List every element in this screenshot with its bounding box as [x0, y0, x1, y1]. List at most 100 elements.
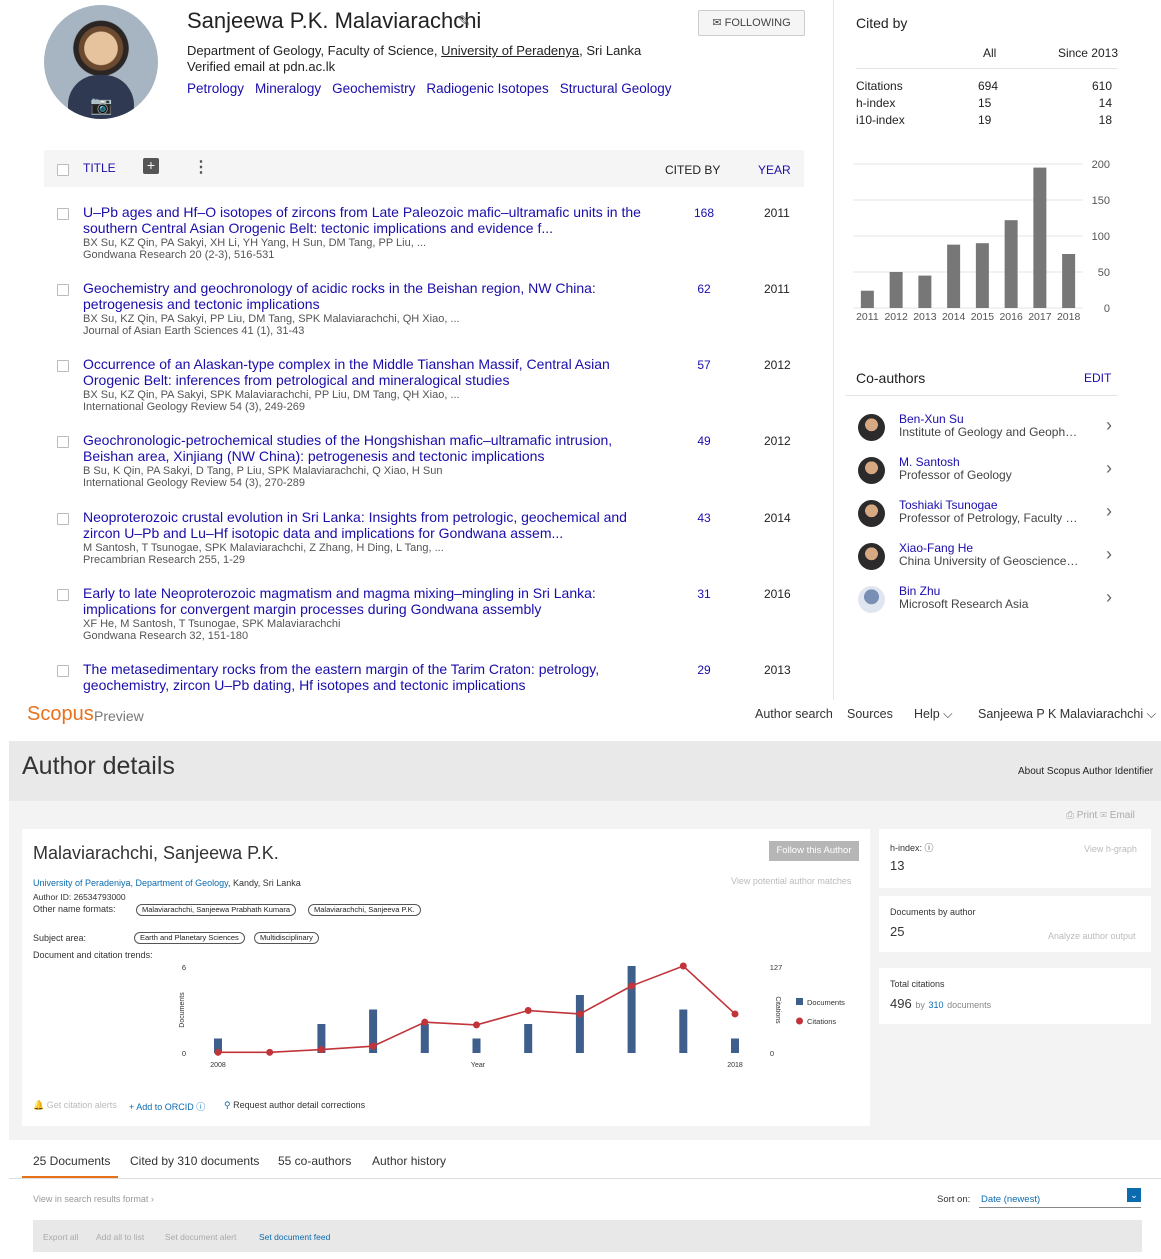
citation-alerts-link[interactable]: 🔔 Get citation alerts — [33, 1100, 117, 1111]
coauthor-item[interactable]: Bin Zhu Microsoft Research Asia › — [856, 584, 1118, 624]
article-year: 2014 — [764, 511, 791, 525]
article-title[interactable]: Occurrence of an Alaskan-type complex in… — [83, 356, 653, 388]
view-hgraph-link[interactable]: View h-graph — [1084, 844, 1137, 854]
coauthor-avatar — [858, 500, 885, 527]
sort-by-year[interactable]: YEAR — [758, 163, 791, 177]
article-checkbox[interactable] — [57, 208, 69, 220]
article-checkbox[interactable] — [57, 436, 69, 448]
citation-alerts-label: Get citation alerts — [46, 1100, 117, 1110]
cited-row-i10: i10-index 19 18 — [856, 113, 1118, 129]
interest-link[interactable]: Mineralogy — [255, 81, 321, 96]
article-cited-count[interactable]: 49 — [684, 434, 724, 448]
tab-author-history[interactable]: Author history — [372, 1154, 446, 1168]
chevron-right-icon[interactable]: › — [1106, 415, 1112, 436]
nav-user-menu[interactable]: Sanjeewa P K Malaviarachchi ⌵ — [978, 707, 1156, 722]
coauthors-edit-link[interactable]: EDIT — [1084, 371, 1111, 385]
nav-help[interactable]: Help ⌵ — [914, 707, 953, 722]
coauthor-item[interactable]: M. Santosh Professor of Geology › — [856, 455, 1118, 495]
tab-documents[interactable]: 25 Documents — [33, 1154, 110, 1168]
affiliation-link[interactable]: University of Peradenya — [441, 43, 579, 58]
follow-author-button[interactable]: Follow this Author — [769, 841, 859, 861]
interest-link[interactable]: Structural Geology — [560, 81, 672, 96]
select-all-checkbox[interactable] — [57, 164, 69, 176]
export-all-button[interactable]: Export all — [43, 1232, 78, 1242]
document-bar — [575, 995, 584, 1053]
coauthors-title: Co-authors — [856, 370, 926, 386]
view-results-format-link[interactable]: View in search results format › — [33, 1194, 154, 1204]
article-title[interactable]: U–Pb ages and Hf–O isotopes of zircons f… — [83, 204, 653, 236]
article-cited-count[interactable]: 29 — [684, 663, 724, 677]
hindex-value: 13 — [890, 858, 905, 873]
chevron-down-icon[interactable]: ⌄ — [1127, 1188, 1141, 1202]
page-header-band — [9, 741, 1161, 801]
interest-link[interactable]: Geochemistry — [332, 81, 415, 96]
interest-link[interactable]: Petrology — [187, 81, 244, 96]
chevron-right-icon[interactable]: › — [1106, 587, 1112, 608]
metric-all: 19 — [978, 113, 992, 127]
article-checkbox[interactable] — [57, 589, 69, 601]
article-row: Occurrence of an Alaskan-type complex in… — [44, 356, 804, 432]
sort-by-cited[interactable]: CITED BY — [665, 163, 720, 177]
request-corrections-link[interactable]: ⚲ Request author detail corrections — [224, 1100, 365, 1111]
tab-cited-by[interactable]: Cited by 310 documents — [130, 1154, 259, 1168]
article-checkbox[interactable] — [57, 360, 69, 372]
analyze-output-link[interactable]: Analyze author output — [1048, 931, 1136, 941]
citing-docs-link[interactable]: 310 — [928, 1000, 943, 1010]
coauthor-name[interactable]: Toshiaki Tsunogae — [899, 498, 998, 512]
coauthor-item[interactable]: Toshiaki Tsunogae Professor of Petrology… — [856, 498, 1118, 538]
scopus-logo[interactable]: Scopus — [27, 703, 94, 726]
more-options-icon[interactable]: ⋮ — [193, 157, 209, 177]
sort-underline — [979, 1207, 1141, 1208]
set-document-feed-button[interactable]: Set document feed — [259, 1232, 330, 1242]
article-row: Neoproterozoic crustal evolution in Sri … — [44, 509, 804, 585]
set-document-alert-button[interactable]: Set document alert — [165, 1232, 236, 1242]
user-edit-icon: ⚲ — [224, 1100, 231, 1110]
article-cited-count[interactable]: 168 — [684, 206, 724, 220]
interest-link[interactable]: Radiogenic Isotopes — [426, 81, 548, 96]
add-article-icon[interactable]: + — [143, 158, 159, 174]
tab-coauthors[interactable]: 55 co-authors — [278, 1154, 351, 1168]
article-title[interactable]: Geochronologic-petrochemical studies of … — [83, 432, 653, 464]
coauthor-affiliation: China University of Geosciences, Beijing — [899, 554, 1081, 568]
view-matches-link[interactable]: View potential author matches — [731, 876, 851, 886]
author-affiliation: University of Peradeniya, Department of … — [33, 878, 301, 888]
add-all-to-list-button[interactable]: Add all to list — [96, 1232, 144, 1242]
print-email-links[interactable]: ⎙ Print ✉ Email — [1066, 810, 1135, 821]
bar — [975, 243, 989, 308]
article-checkbox[interactable] — [57, 665, 69, 677]
affiliation-link[interactable]: University of Peradeniya, Department of … — [33, 878, 228, 888]
article-cited-count[interactable]: 57 — [684, 358, 724, 372]
following-button[interactable]: ✉ FOLLOWING — [698, 10, 805, 36]
article-title[interactable]: Geochemistry and geochronology of acidic… — [83, 280, 653, 312]
about-author-id-link[interactable]: About Scopus Author Identifier — [1018, 766, 1153, 777]
chevron-right-icon[interactable]: › — [1106, 458, 1112, 479]
x-tick-label: 2018 — [727, 1062, 743, 1069]
coauthor-name[interactable]: Xiao-Fang He — [899, 541, 973, 555]
article-title[interactable]: Early to late Neoproterozoic magmatism a… — [83, 585, 653, 617]
nav-sources[interactable]: Sources — [847, 707, 893, 721]
article-checkbox[interactable] — [57, 284, 69, 296]
add-orcid-link[interactable]: + Add to ORCID ⓘ — [129, 1100, 205, 1113]
nav-author-search[interactable]: Author search — [755, 707, 833, 721]
article-title[interactable]: The metasedimentary rocks from the easte… — [83, 661, 653, 693]
article-cited-count[interactable]: 43 — [684, 511, 724, 525]
coauthor-name[interactable]: Bin Zhu — [899, 584, 940, 598]
citation-point — [679, 962, 687, 970]
left-axis-max: 6 — [182, 963, 186, 972]
coauthor-avatar — [858, 414, 885, 441]
x-tick-label: 2016 — [999, 311, 1023, 323]
coauthor-item[interactable]: Ben-Xun Su Institute of Geology and Geop… — [856, 412, 1118, 452]
camera-icon[interactable]: 📷 — [90, 95, 112, 116]
chevron-right-icon[interactable]: › — [1106, 544, 1112, 565]
coauthor-name[interactable]: Ben-Xun Su — [899, 412, 964, 426]
article-cited-count[interactable]: 62 — [684, 282, 724, 296]
chevron-right-icon[interactable]: › — [1106, 501, 1112, 522]
sort-by-title[interactable]: TITLE — [83, 161, 116, 175]
sort-select[interactable]: Date (newest) — [981, 1194, 1040, 1205]
article-title[interactable]: Neoproterozoic crustal evolution in Sri … — [83, 509, 653, 541]
edit-pencil-icon[interactable]: ✎ — [458, 12, 471, 30]
article-checkbox[interactable] — [57, 513, 69, 525]
coauthor-item[interactable]: Xiao-Fang He China University of Geoscie… — [856, 541, 1118, 581]
coauthor-name[interactable]: M. Santosh — [899, 455, 960, 469]
article-cited-count[interactable]: 31 — [684, 587, 724, 601]
